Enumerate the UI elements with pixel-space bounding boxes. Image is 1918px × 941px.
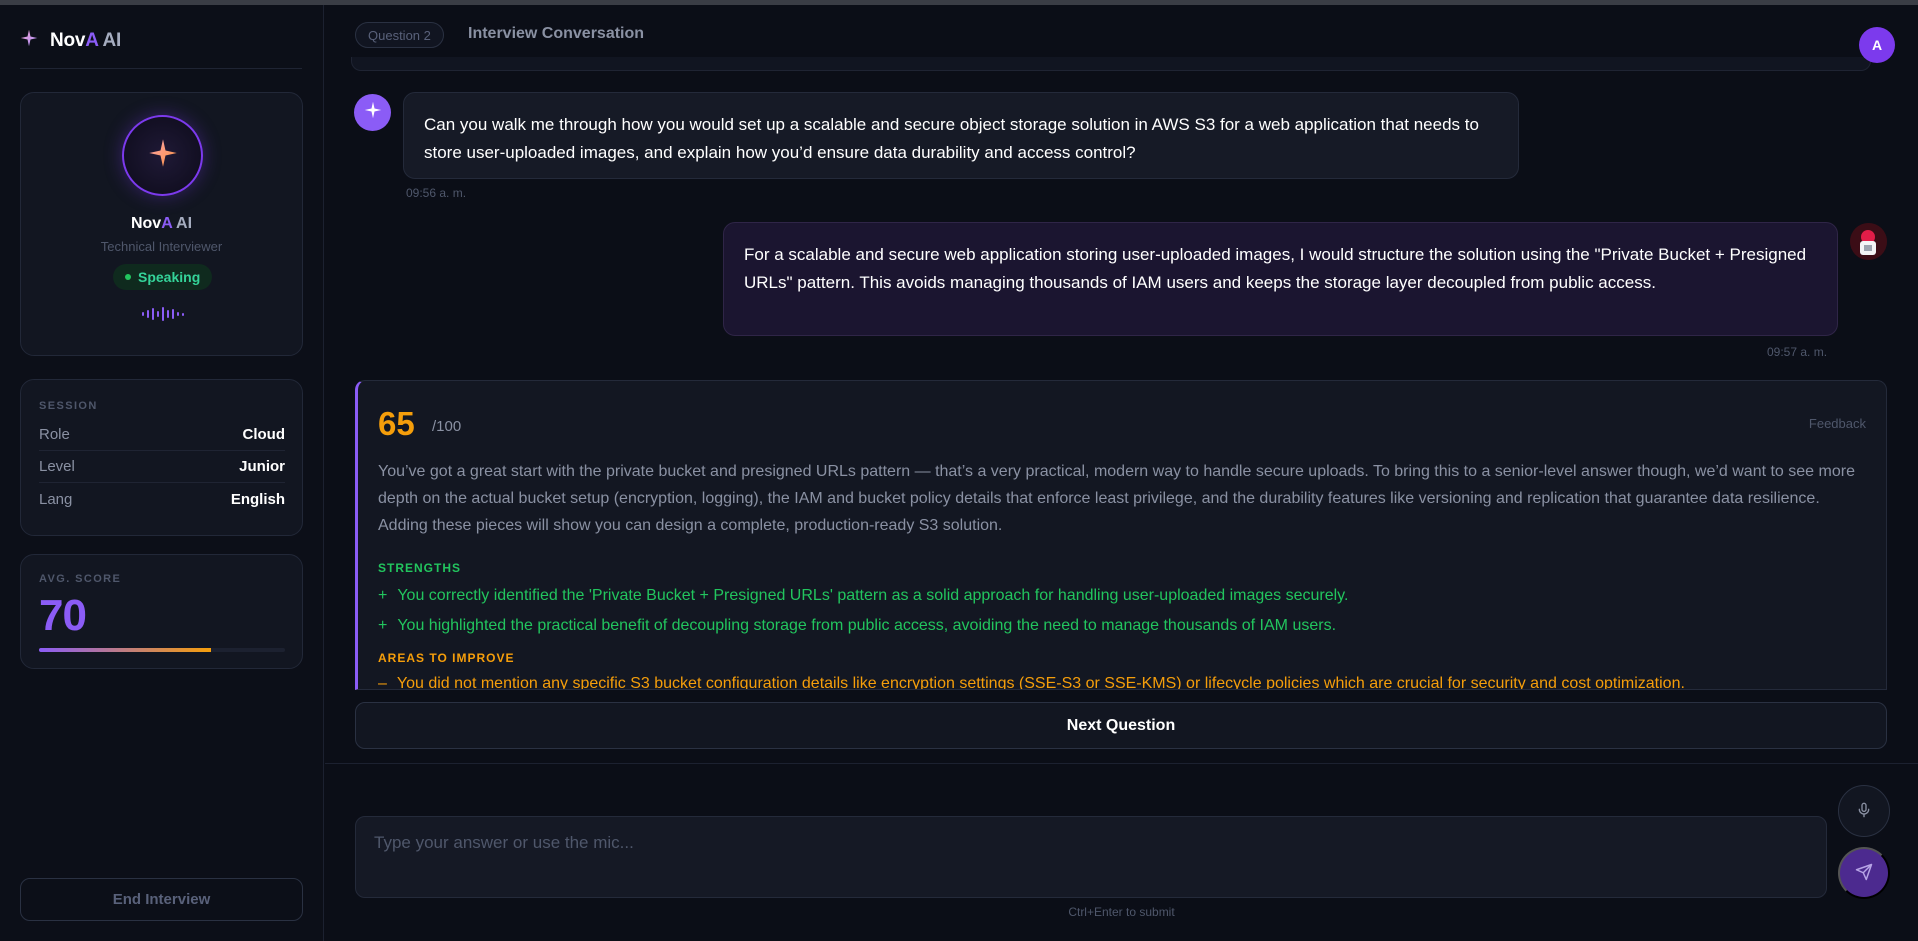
session-row-lang: Lang English (39, 490, 285, 508)
send-button[interactable] (1838, 847, 1890, 899)
status-label: Speaking (138, 269, 201, 285)
brand-name: NovA AI (50, 29, 122, 51)
mic-button[interactable] (1838, 785, 1890, 837)
interviewer-role: Technical Interviewer (100, 239, 223, 254)
strength-item: + You highlighted the practical benefit … (378, 617, 1337, 634)
minus-icon: – (378, 675, 387, 690)
submit-hint: Ctrl+Enter to submit (1068, 905, 1175, 919)
conversation-panel: Question 2 Interview Conversation A Can … (325, 5, 1918, 941)
ai-message-time: 09:56 a. m. (406, 186, 467, 200)
audio-wave-icon (142, 306, 184, 322)
status-badge: Speaking (113, 264, 213, 290)
strengths-heading: STRENGTHS (378, 561, 462, 575)
user-message: For a scalable and secure web applicatio… (723, 222, 1838, 336)
sidebar: NovA AI NovA AI Technical Interviewer Sp… (0, 5, 324, 941)
score-progress-fill (39, 648, 212, 652)
plus-icon: + (378, 617, 388, 634)
microphone-icon (1856, 802, 1872, 821)
answer-input[interactable] (355, 816, 1827, 898)
feedback-label: Feedback (1808, 416, 1866, 431)
improve-heading: AREAS TO IMPROVE (378, 651, 515, 665)
avg-score-value: 70 (39, 591, 87, 640)
session-card: SESSION Role Cloud Level Junior Lang Eng… (20, 379, 303, 536)
ai-avatar (354, 94, 391, 131)
sparkle-icon (20, 29, 38, 52)
brand: NovA AI (20, 29, 121, 52)
end-interview-button[interactable]: End Interview (20, 878, 303, 921)
session-row-level: Level Junior (39, 451, 285, 483)
divider (325, 763, 1918, 764)
question-badge: Question 2 (355, 22, 444, 48)
improve-item: – You did not mention any specific S3 bu… (378, 675, 1685, 690)
user-message-time: 09:57 a. m. (1767, 345, 1828, 359)
page-title: Interview Conversation (468, 25, 645, 42)
plus-icon: + (378, 587, 388, 604)
feedback-score-max: /100 (432, 418, 462, 435)
interviewer-name: NovA AI (130, 215, 193, 232)
sparkle-icon (148, 138, 178, 173)
strength-item: + You correctly identified the 'Private … (378, 587, 1349, 604)
session-row-role: Role Cloud (39, 419, 285, 451)
ai-message: Can you walk me through how you would se… (403, 92, 1519, 179)
feedback-score: 65 (378, 405, 415, 442)
score-progress-bar (39, 648, 285, 652)
send-icon (1855, 863, 1873, 884)
avg-score-card: AVG. SCORE 70 (20, 554, 303, 669)
interviewer-card: NovA AI Technical Interviewer Speaking (20, 92, 303, 356)
user-avatar[interactable]: A (1859, 27, 1895, 63)
divider (20, 68, 302, 69)
session-label: SESSION (39, 400, 98, 412)
status-dot (125, 274, 131, 280)
feedback-card: 65 /100 Feedback You’ve got a great star… (355, 380, 1887, 690)
next-question-button[interactable]: Next Question (355, 702, 1887, 749)
interviewer-avatar (122, 115, 203, 196)
header-underlay (351, 57, 1871, 71)
user-photo (1850, 223, 1887, 260)
feedback-summary: You’ve got a great start with the privat… (378, 463, 1855, 534)
avg-score-label: AVG. SCORE (39, 573, 122, 585)
sparkle-icon (364, 101, 382, 124)
